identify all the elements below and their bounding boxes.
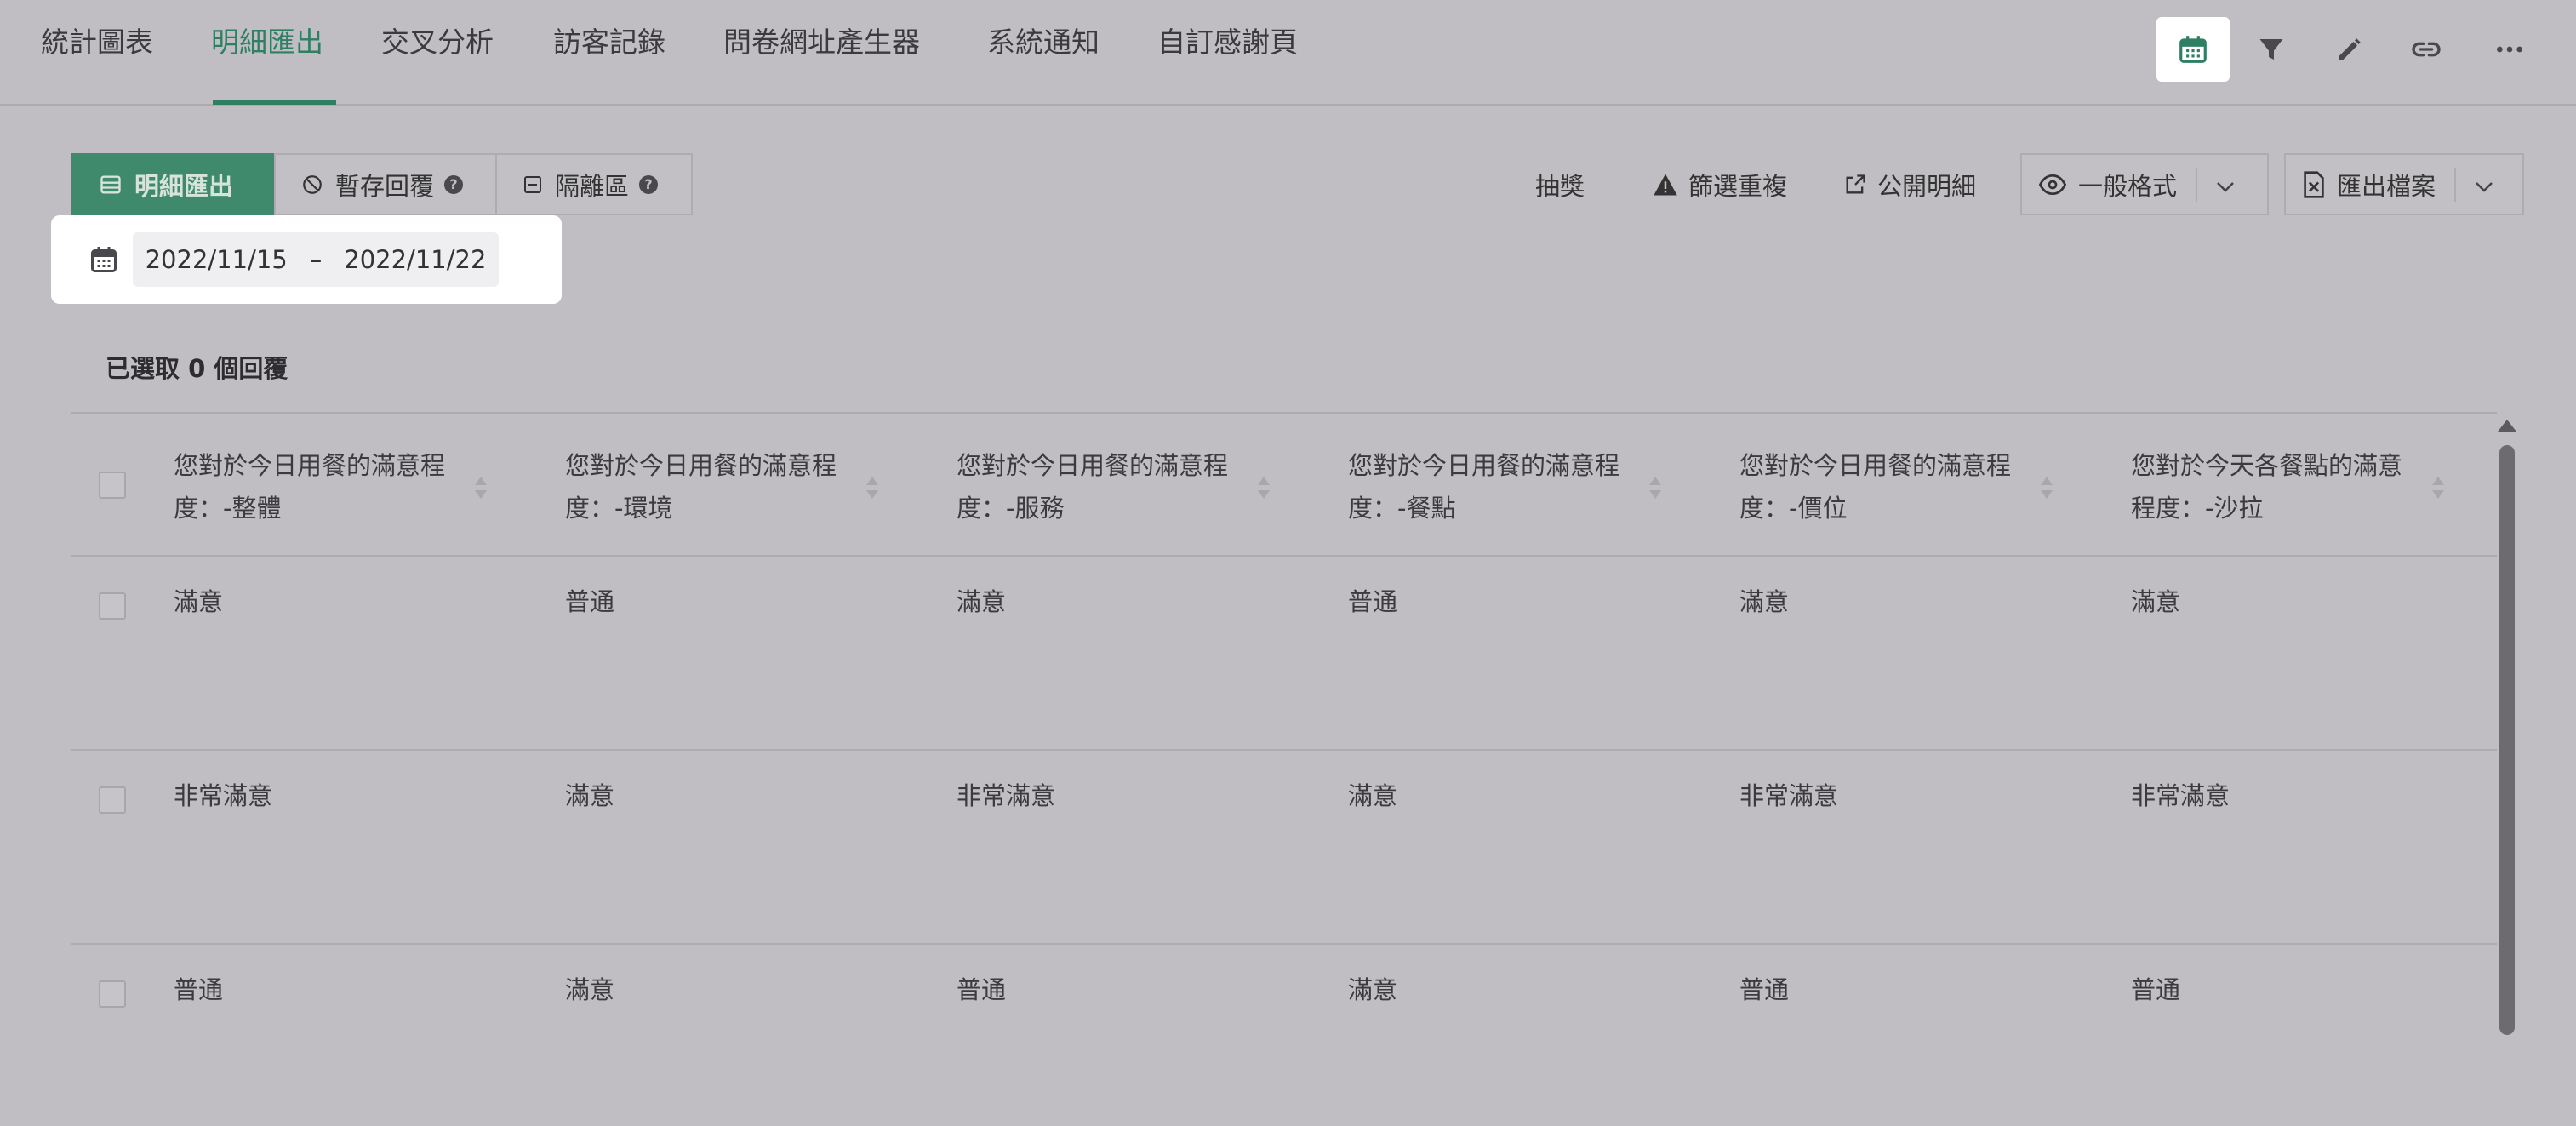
date-separator: – [309, 245, 323, 274]
select-all-checkbox[interactable] [99, 472, 126, 499]
table-cell: 普通 [565, 587, 615, 616]
link-icon[interactable] [2390, 17, 2463, 82]
table-cell: 普通 [1739, 975, 1790, 1004]
tab-cross-analysis[interactable]: 交叉分析 [381, 24, 494, 61]
list-icon [99, 173, 123, 197]
format-label: 一般格式 [2078, 171, 2178, 201]
row-checkbox[interactable] [99, 592, 126, 620]
table-cell: 滿意 [565, 975, 615, 1004]
excel-file-icon [2303, 170, 2325, 198]
warning-icon [1653, 173, 1678, 197]
public-detail-button[interactable]: 公開明細 [1843, 153, 1976, 215]
table-cell: 滿意 [957, 587, 1007, 616]
top-tab-bar: 統計圖表 明細匯出 交叉分析 訪客記錄 問卷網址產生器 系統通知 自訂感謝頁 [0, 0, 2576, 106]
table-cell: 普通 [174, 975, 224, 1004]
divider [2196, 167, 2198, 202]
table-cell: 滿意 [1348, 781, 1398, 810]
sort-icon[interactable] [473, 475, 488, 500]
tab-custom-thank-you-page[interactable]: 自訂感謝頁 [1157, 24, 1298, 61]
table-row[interactable]: 非常滿意 滿意 非常滿意 滿意 非常滿意 非常滿意 [71, 751, 2497, 945]
lottery-button[interactable]: 抽獎 [1535, 153, 1585, 215]
row-checkbox[interactable] [99, 980, 126, 1008]
table-cell: 非常滿意 [174, 781, 273, 810]
table-row[interactable]: 滿意 普通 滿意 普通 滿意 滿意 [71, 557, 2497, 751]
table-cell: 普通 [957, 975, 1007, 1004]
table-cell: 非常滿意 [1739, 781, 1839, 810]
table-cell: 普通 [2131, 975, 2181, 1004]
sort-icon[interactable] [2430, 475, 2446, 500]
sort-icon[interactable] [2039, 475, 2054, 500]
tab-detail-export[interactable]: 明細匯出 [211, 24, 323, 61]
calendar-icon[interactable] [2156, 17, 2230, 82]
chevron-down-icon[interactable] [2475, 170, 2493, 199]
column-header[interactable]: 您對於今日用餐的滿意程度：-整體 [174, 444, 463, 529]
tab-system-notifications[interactable]: 系統通知 [987, 24, 1100, 61]
export-file-label: 匯出檔案 [2337, 171, 2436, 201]
table-cell: 滿意 [1348, 975, 1398, 1004]
block-icon [301, 174, 323, 196]
detail-export-button[interactable]: 明細匯出 [71, 153, 276, 215]
lottery-label: 抽獎 [1535, 171, 1585, 201]
table-cell: 非常滿意 [2131, 781, 2230, 810]
detail-export-label: 明細匯出 [134, 171, 234, 201]
table-cell: 普通 [1348, 587, 1398, 616]
minus-box-icon [523, 174, 543, 195]
column-header[interactable]: 您對於今天各餐點的滿意程度：-沙拉 [2131, 444, 2420, 529]
table-row[interactable]: 普通 滿意 普通 滿意 普通 普通 [71, 945, 2497, 1115]
draft-replies-button[interactable]: 暫存回覆 ? [274, 153, 497, 215]
scroll-up-arrow[interactable] [2498, 420, 2516, 432]
sort-icon[interactable] [865, 475, 880, 500]
external-link-icon [1843, 173, 1867, 197]
format-select[interactable]: 一般格式 [2020, 153, 2269, 215]
table-header-row: 您對於今日用餐的滿意程度：-整體 您對於今日用餐的滿意程度：-環境 您對於今日用… [71, 412, 2497, 557]
public-detail-label: 公開明細 [1877, 171, 1977, 201]
quarantine-label: 隔離區 [555, 171, 630, 201]
export-file-button[interactable]: 匯出檔案 [2284, 153, 2524, 215]
tab-survey-url-generator[interactable]: 問卷網址產生器 [723, 24, 920, 61]
column-header[interactable]: 您對於今日用餐的滿意程度：-價位 [1739, 444, 2029, 529]
date-range-field[interactable]: 2022/11/15 – 2022/11/22 [133, 232, 499, 287]
tab-visitor-log[interactable]: 訪客記錄 [553, 24, 665, 61]
pencil-icon[interactable] [2313, 17, 2386, 82]
start-date[interactable]: 2022/11/15 [146, 245, 288, 274]
filter-icon[interactable] [2235, 17, 2308, 82]
table-cell: 滿意 [565, 781, 615, 810]
row-checkbox[interactable] [99, 786, 126, 814]
column-header[interactable]: 您對於今日用餐的滿意程度：-服務 [957, 444, 1246, 529]
help-icon[interactable]: ? [444, 174, 464, 194]
more-icon[interactable] [2473, 17, 2546, 82]
tab-statistics[interactable]: 統計圖表 [41, 24, 153, 61]
end-date[interactable]: 2022/11/22 [344, 245, 486, 274]
date-range-picker[interactable]: 2022/11/15 – 2022/11/22 [51, 215, 562, 304]
calendar-icon[interactable] [89, 244, 119, 278]
table-cell: 滿意 [2131, 587, 2181, 616]
filter-duplicates-button[interactable]: 篩選重複 [1653, 153, 1787, 215]
quarantine-button[interactable]: 隔離區 ? [495, 153, 693, 215]
table-cell: 非常滿意 [957, 781, 1056, 810]
filter-duplicates-label: 篩選重複 [1688, 171, 1788, 201]
help-icon[interactable]: ? [639, 174, 659, 194]
chevron-down-icon[interactable] [2216, 170, 2235, 199]
active-tab-indicator [213, 100, 336, 105]
column-header[interactable]: 您對於今日用餐的滿意程度：-環境 [565, 444, 854, 529]
column-header[interactable]: 您對於今日用餐的滿意程度：-餐點 [1348, 444, 1637, 529]
table-cell: 滿意 [1739, 587, 1790, 616]
sort-icon[interactable] [1256, 475, 1271, 500]
draft-replies-label: 暫存回覆 [335, 171, 435, 201]
divider [2454, 167, 2457, 202]
sort-icon[interactable] [1648, 475, 1663, 500]
eye-icon [2039, 174, 2066, 196]
selection-count: 已選取 0 個回覆 [106, 354, 288, 383]
vertical-scrollbar[interactable] [2499, 445, 2515, 1035]
table-cell: 滿意 [174, 587, 224, 616]
